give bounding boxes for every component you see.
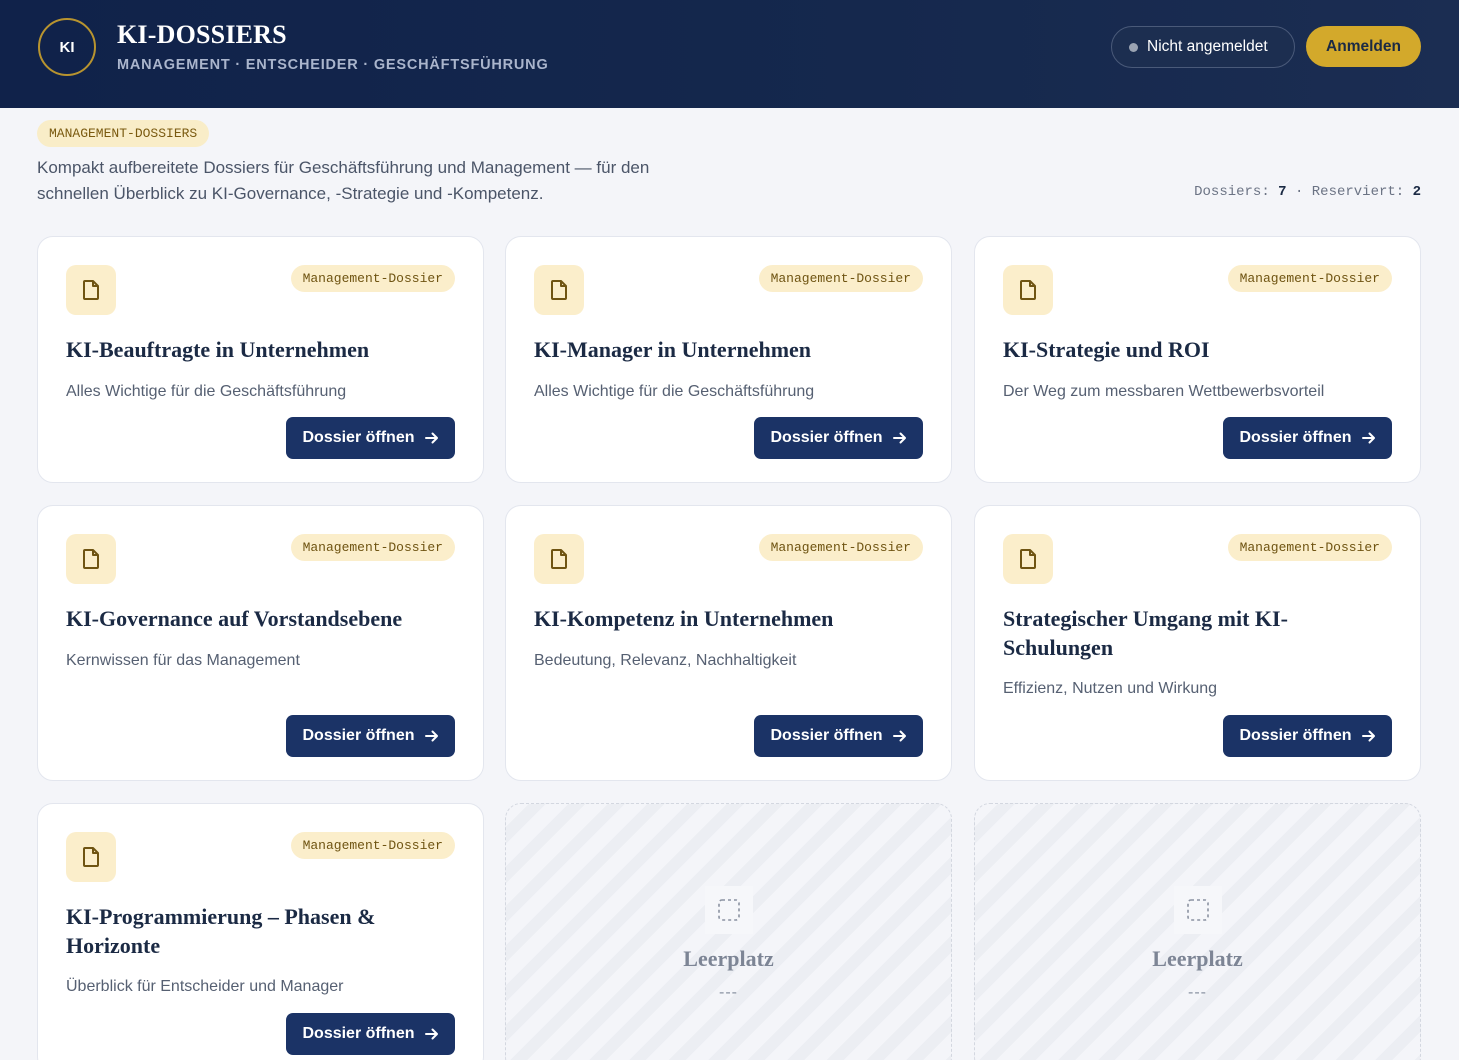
- intro-text: Kompakt aufbereitete Dossiers für Geschä…: [37, 158, 650, 203]
- open-dossier-button[interactable]: Dossier öffnen: [1223, 715, 1392, 757]
- dossier-title: KI-Governance auf Vorstandsebene: [66, 606, 403, 631]
- dossier-subtitle: Alles Wichtige für die Geschäftsführung: [66, 383, 347, 400]
- login-status-badge: Nicht angemeldet: [1111, 26, 1295, 68]
- reserved-count: 2: [1412, 184, 1421, 200]
- arrow-right-icon: [424, 1028, 439, 1040]
- empty-slot-card: Leerplatz ---: [505, 803, 952, 1060]
- dossier-badge: Management-Dossier: [290, 832, 455, 859]
- empty-slot-text: ---: [1188, 984, 1207, 1001]
- open-dossier-label: Dossier öffnen: [302, 727, 415, 744]
- arrow-right-icon: [424, 432, 439, 444]
- document-icon: [1003, 534, 1053, 584]
- dossier-card[interactable]: Management-Dossier KI-Kompetenz in Untern…: [505, 505, 952, 781]
- open-dossier-label: Dossier öffnen: [770, 429, 883, 446]
- dossier-badge: Management-Dossier: [1227, 265, 1392, 292]
- login-button[interactable]: Anmelden: [1306, 26, 1421, 67]
- dossier-card[interactable]: Management-Dossier KI-Manager in Unterneh…: [505, 236, 952, 483]
- empty-slot-icon: [1174, 886, 1222, 934]
- arrow-right-icon: [892, 730, 907, 742]
- app-subtitle: MANAGEMENT · ENTSCHEIDER · GESCHÄFTSFÜHR…: [117, 57, 549, 73]
- open-dossier-button[interactable]: Dossier öffnen: [754, 417, 923, 459]
- dossier-title: KI-Kompetenz in Unternehmen: [534, 606, 834, 631]
- open-dossier-label: Dossier öffnen: [1239, 727, 1352, 744]
- dossier-card[interactable]: Management-Dossier KI-Programmierung – Ph…: [37, 803, 484, 1060]
- empty-slot-icon: [705, 886, 753, 934]
- open-dossier-label: Dossier öffnen: [770, 727, 883, 744]
- empty-slot-text: ---: [719, 984, 738, 1001]
- dossiers-label: Dossiers:: [1194, 184, 1270, 200]
- dossier-title: KI-Beauftragte in Unternehmen: [66, 337, 370, 362]
- app-header: KI KI-DOSSIERS MANAGEMENT · ENTSCHEIDER …: [0, 0, 1459, 108]
- empty-slot-title: Leerplatz: [683, 946, 774, 971]
- dossier-subtitle: Bedeutung, Relevanz, Nachhaltigkeit: [534, 652, 797, 669]
- dossier-title: KI-Programmierung – Phasen & Horizonte: [66, 904, 376, 958]
- arrow-right-icon: [892, 432, 907, 444]
- document-icon: [66, 265, 116, 315]
- logo[interactable]: KI: [38, 18, 96, 76]
- dossier-subtitle: Alles Wichtige für die Geschäftsführung: [534, 383, 815, 400]
- dossier-title: KI-Manager in Unternehmen: [534, 337, 812, 362]
- reserved-label: Reserviert:: [1311, 184, 1405, 200]
- dossier-card[interactable]: Management-Dossier KI-Strategie und ROI De…: [974, 236, 1421, 483]
- dossier-card[interactable]: Management-Dossier KI-Governance auf Vors…: [37, 505, 484, 781]
- arrow-right-icon: [1361, 432, 1376, 444]
- open-dossier-button[interactable]: Dossier öffnen: [286, 715, 455, 757]
- dossier-card[interactable]: Management-Dossier Strategischer Umgang m…: [974, 505, 1421, 781]
- open-dossier-button[interactable]: Dossier öffnen: [754, 715, 923, 757]
- empty-slot-title: Leerplatz: [1152, 946, 1243, 971]
- dossier-badge: Management-Dossier: [1227, 534, 1392, 561]
- open-dossier-button[interactable]: Dossier öffnen: [286, 1013, 455, 1055]
- dossier-subtitle: Der Weg zum messbaren Wettbewerbsvorteil: [1003, 383, 1325, 400]
- app-title: KI-DOSSIERS: [117, 20, 287, 49]
- open-dossier-button[interactable]: Dossier öffnen: [286, 417, 455, 459]
- dossier-card[interactable]: Management-Dossier KI-Beauftragte in Unte…: [37, 236, 484, 483]
- counts-separator: ·: [1294, 184, 1304, 200]
- open-dossier-label: Dossier öffnen: [302, 429, 415, 446]
- empty-slot-card: Leerplatz ---: [974, 803, 1421, 1060]
- document-icon: [66, 832, 116, 882]
- dossier-subtitle: Kernwissen für das Management: [66, 652, 300, 669]
- dossier-badge: Management-Dossier: [290, 534, 455, 561]
- dossier-counts: Dossiers: 7 · Reserviert: 2: [1194, 184, 1421, 200]
- dossier-title: KI-Strategie und ROI: [1003, 337, 1210, 362]
- open-dossier-button[interactable]: Dossier öffnen: [1223, 417, 1392, 459]
- dossier-badge: Management-Dossier: [758, 534, 923, 561]
- dossier-title: Strategischer Umgang mit KI-Schulungen: [1003, 606, 1288, 660]
- arrow-right-icon: [1361, 730, 1376, 742]
- arrow-right-icon: [424, 730, 439, 742]
- section-tag: MANAGEMENT-DOSSIERS: [37, 120, 210, 147]
- document-icon: [534, 534, 584, 584]
- dossier-badge: Management-Dossier: [758, 265, 923, 292]
- document-icon: [1003, 265, 1053, 315]
- document-icon: [534, 265, 584, 315]
- document-icon: [66, 534, 116, 584]
- open-dossier-label: Dossier öffnen: [302, 1025, 415, 1042]
- login-status-label: Nicht angemeldet: [1147, 38, 1268, 55]
- dossier-badge: Management-Dossier: [290, 265, 455, 292]
- open-dossier-label: Dossier öffnen: [1239, 429, 1352, 446]
- dossier-subtitle: Effizienz, Nutzen und Wirkung: [1003, 680, 1218, 697]
- dossiers-count: 7: [1278, 184, 1287, 200]
- dossier-subtitle: Überblick für Entscheider und Manager: [66, 978, 344, 995]
- status-dot-icon: [1129, 42, 1138, 52]
